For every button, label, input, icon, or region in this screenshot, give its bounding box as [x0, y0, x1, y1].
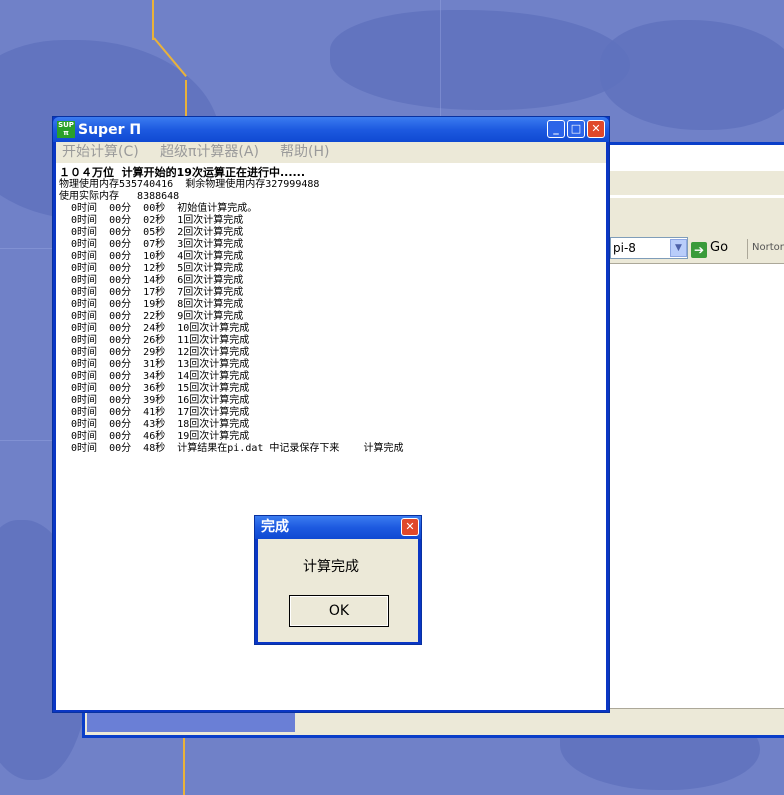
- dialog-close-button[interactable]: ✕: [401, 518, 419, 536]
- log-line: 使用实际内存 8388648: [59, 191, 180, 202]
- superpi-logo-icon: SUP π: [57, 121, 75, 138]
- menu-super-pi[interactable]: 超级π计算器(A): [160, 144, 259, 161]
- close-icon: ✕: [405, 520, 415, 533]
- superpi-title: Super Π: [78, 122, 142, 138]
- chevron-down-icon: ▼: [675, 243, 682, 253]
- bg-status-progress: [87, 712, 295, 732]
- log-line: 0时间 00分 26秒 11回次计算完成: [59, 335, 250, 346]
- log-line: 0时间 00分 19秒 8回次计算完成: [59, 299, 244, 310]
- go-arrow-icon: ➔: [691, 242, 707, 258]
- close-button[interactable]: ✕: [587, 120, 605, 138]
- log-line: 0时间 00分 05秒 2回次计算完成: [59, 227, 244, 238]
- log-line-result: 0时间 00分 48秒 计算结果在pi.dat 中记录保存下来 计算完成: [59, 443, 404, 454]
- menu-start-calc[interactable]: 开始计算(C): [62, 144, 139, 161]
- log-line: 0时间 00分 10秒 4回次计算完成: [59, 251, 244, 262]
- close-icon: ✕: [591, 122, 601, 135]
- log-line: 0时间 00分 17秒 7回次计算完成: [59, 287, 244, 298]
- log-line: 0时间 00分 46秒 19回次计算完成: [59, 431, 250, 442]
- maximize-icon: □: [570, 122, 582, 135]
- go-label: Go: [710, 240, 729, 255]
- calc-log: １０４万位 计算开始的19次运算正在进行中...... 物理使用内存535740…: [59, 167, 404, 455]
- log-line: 0时间 00分 36秒 15回次计算完成: [59, 383, 250, 394]
- minimize-button[interactable]: _: [547, 120, 565, 138]
- log-line: 0时间 00分 07秒 3回次计算完成: [59, 239, 244, 250]
- go-button[interactable]: ➔ Go: [691, 237, 741, 259]
- log-header: １０４万位 计算开始的19次运算正在进行中......: [59, 166, 306, 179]
- log-line: 0时间 00分 39秒 16回次计算完成: [59, 395, 250, 406]
- address-dropdown-button[interactable]: ▼: [670, 239, 687, 257]
- minimize-icon: _: [553, 122, 559, 135]
- norton-toolbar-button[interactable]: Norton: [747, 239, 784, 259]
- dialog-title: 完成: [261, 519, 289, 535]
- log-line: 物理使用内存535740416 剩余物理使用内存327999488: [59, 179, 320, 190]
- log-line: 0时间 00分 02秒 1回次计算完成: [59, 215, 244, 226]
- superpi-titlebar[interactable]: SUP π Super Π _ □ ✕: [53, 117, 609, 142]
- log-line: 0时间 00分 41秒 17回次计算完成: [59, 407, 250, 418]
- log-line: 0时间 00分 34秒 14回次计算完成: [59, 371, 250, 382]
- log-line: 0时间 00分 24秒 10回次计算完成: [59, 323, 250, 334]
- menu-help[interactable]: 帮助(H): [280, 144, 329, 161]
- superpi-menubar: 开始计算(C) 超级π计算器(A) 帮助(H): [56, 142, 606, 163]
- dialog-body: 计算完成 OK: [258, 539, 418, 642]
- log-line: 0时间 00分 29秒 12回次计算完成: [59, 347, 250, 358]
- log-line: 0时间 00分 14秒 6回次计算完成: [59, 275, 244, 286]
- log-line: 0时间 00分 00秒 初始值计算完成。: [59, 203, 258, 214]
- dialog-message: 计算完成: [303, 559, 359, 575]
- maximize-button[interactable]: □: [567, 120, 585, 138]
- log-line: 0时间 00分 31秒 13回次计算完成: [59, 359, 250, 370]
- log-line: 0时间 00分 43秒 18回次计算完成: [59, 419, 250, 430]
- log-line: 0时间 00分 22秒 9回次计算完成: [59, 311, 244, 322]
- dialog-titlebar[interactable]: 完成 ✕: [255, 516, 421, 539]
- ok-button[interactable]: OK: [289, 595, 389, 627]
- completion-dialog[interactable]: 完成 ✕ 计算完成 OK: [254, 515, 422, 645]
- log-line: 0时间 00分 12秒 5回次计算完成: [59, 263, 244, 274]
